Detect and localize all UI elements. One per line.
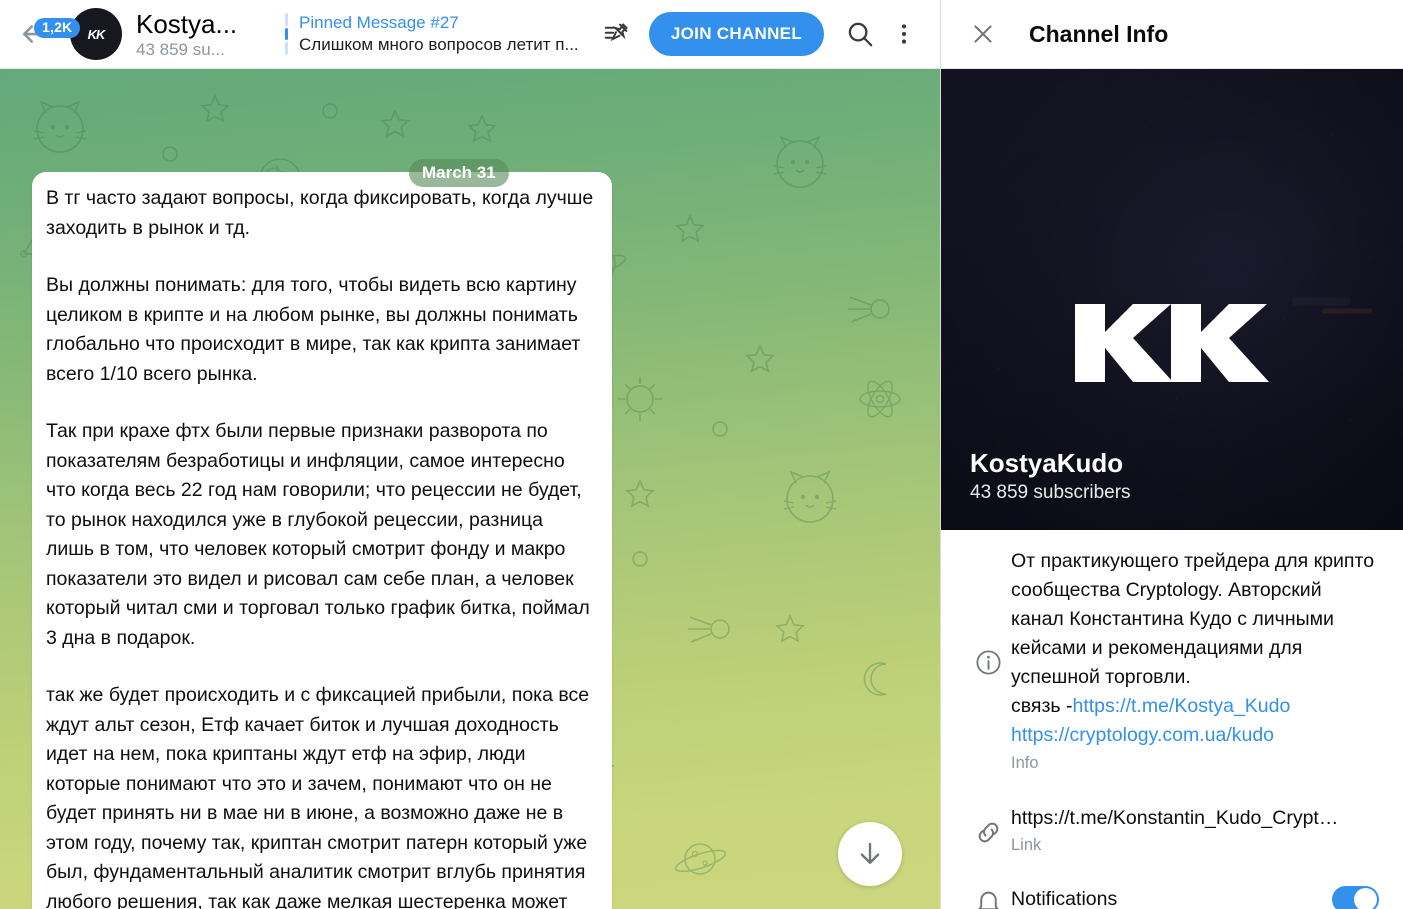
pinned-title: Pinned Message #27 — [299, 13, 459, 32]
scroll-to-bottom-button[interactable] — [838, 822, 902, 886]
pinned-messages-button[interactable] — [595, 12, 639, 56]
description-link-1[interactable]: https://t.me/Kostya_Kudo — [1072, 695, 1290, 717]
bell-icon-wrap — [965, 884, 1011, 909]
unread-count-badge: 1,2K — [34, 18, 81, 38]
pin-bar-segment — [285, 13, 288, 26]
link-icon — [978, 822, 998, 842]
channel-logo — [941, 284, 1403, 394]
info-circle-icon — [975, 649, 1001, 675]
chat-title-block[interactable]: Kostya... 43 859 su... — [136, 9, 271, 60]
avatar-initials: KK — [87, 26, 106, 42]
join-channel-button[interactable]: JOIN CHANNEL — [648, 12, 824, 56]
description-text: От практикующего трейдера для крипто соо… — [1011, 550, 1375, 717]
channel-cover-photo[interactable]: KostyaKudo 43 859 subscribers — [941, 69, 1403, 530]
info-row-link[interactable]: https://t.me/Konstantin_Kudo_Crypt… Link — [941, 788, 1403, 870]
close-icon — [974, 25, 992, 43]
message-bubble[interactable]: В тг часто задают вопросы, когда фиксиро… — [32, 172, 612, 909]
message-paragraph: Вы должны понимать: для того, чтобы виде… — [46, 274, 586, 385]
channel-link-value: https://t.me/Konstantin_Kudo_Crypt… — [1011, 807, 1339, 829]
message-paragraph: В тг часто задают вопросы, когда фиксиро… — [46, 187, 599, 239]
cover-meta: KostyaKudo 43 859 subscribers — [970, 447, 1131, 506]
more-vertical-icon — [901, 24, 907, 44]
subscriber-count: 43 859 subscribers — [970, 482, 1131, 503]
link-icon-wrap — [965, 805, 1011, 857]
message-paragraph: так же будет происходить и с фиксацией п… — [46, 684, 590, 909]
pinned-body: Слишком много вопросов летит п... — [299, 35, 579, 54]
close-panel-button[interactable] — [963, 14, 1003, 54]
search-icon — [848, 22, 873, 47]
pin-bar-segment-active — [285, 27, 288, 41]
kk-logo-icon — [1075, 304, 1269, 382]
search-button[interactable] — [838, 12, 882, 56]
pinned-index-bars — [285, 11, 288, 57]
page-title: Kostya... — [136, 8, 238, 39]
link-block: https://t.me/Konstantin_Kudo_Crypt… Link — [1011, 805, 1379, 857]
channel-info-panel: Channel Info KostyaKudo 43 859 subscribe… — [940, 0, 1403, 909]
telegram-window: 1,2K KK Kostya... 43 859 su... Pinned Me… — [0, 0, 1403, 909]
info-row-notifications[interactable]: Notifications — [941, 870, 1403, 909]
arrow-down-icon — [860, 842, 880, 864]
pinned-message-bar[interactable]: Pinned Message #27 Слишком много вопросо… — [285, 11, 595, 57]
link-row-caption: Link — [1011, 836, 1042, 854]
info-panel-title: Channel Info — [1029, 20, 1169, 47]
message-paragraph: Так при крахе фтх были первые признаки р… — [46, 420, 596, 649]
description-link-2[interactable]: https://cryptology.com.ua/kudo — [1011, 724, 1274, 746]
info-panel-header: Channel Info — [941, 0, 1403, 69]
pin-bar-segment — [285, 42, 288, 56]
chat-column: 1,2K KK Kostya... 43 859 su... Pinned Me… — [0, 0, 940, 909]
chat-header: 1,2K KK Kostya... 43 859 su... Pinned Me… — [0, 0, 940, 69]
toggle-knob — [1354, 888, 1377, 909]
bell-icon — [977, 891, 999, 909]
chat-subtitle: 43 859 su... — [136, 39, 225, 59]
info-rows: От практикующего трейдера для крипто соо… — [941, 530, 1403, 909]
info-icon-wrap — [965, 547, 1011, 775]
pinned-texts: Pinned Message #27 Слишком много вопросо… — [299, 11, 579, 57]
date-badge: March 31 — [409, 159, 509, 187]
notifications-label: Notifications — [1011, 888, 1118, 909]
channel-description: От практикующего трейдера для крипто соо… — [1011, 547, 1379, 750]
info-row-caption: Info — [1011, 754, 1039, 772]
notifications-toggle[interactable] — [1332, 886, 1379, 909]
info-row-description[interactable]: От практикующего трейдера для крипто соо… — [941, 530, 1403, 788]
more-menu-button[interactable] — [882, 12, 926, 56]
chat-message-area: E=mc² — [0, 69, 940, 909]
back-button[interactable]: 1,2K — [18, 12, 81, 56]
pinned-messages-icon — [604, 23, 628, 42]
channel-name: KostyaKudo — [970, 448, 1124, 478]
description-block: От практикующего трейдера для крипто соо… — [1011, 547, 1379, 775]
